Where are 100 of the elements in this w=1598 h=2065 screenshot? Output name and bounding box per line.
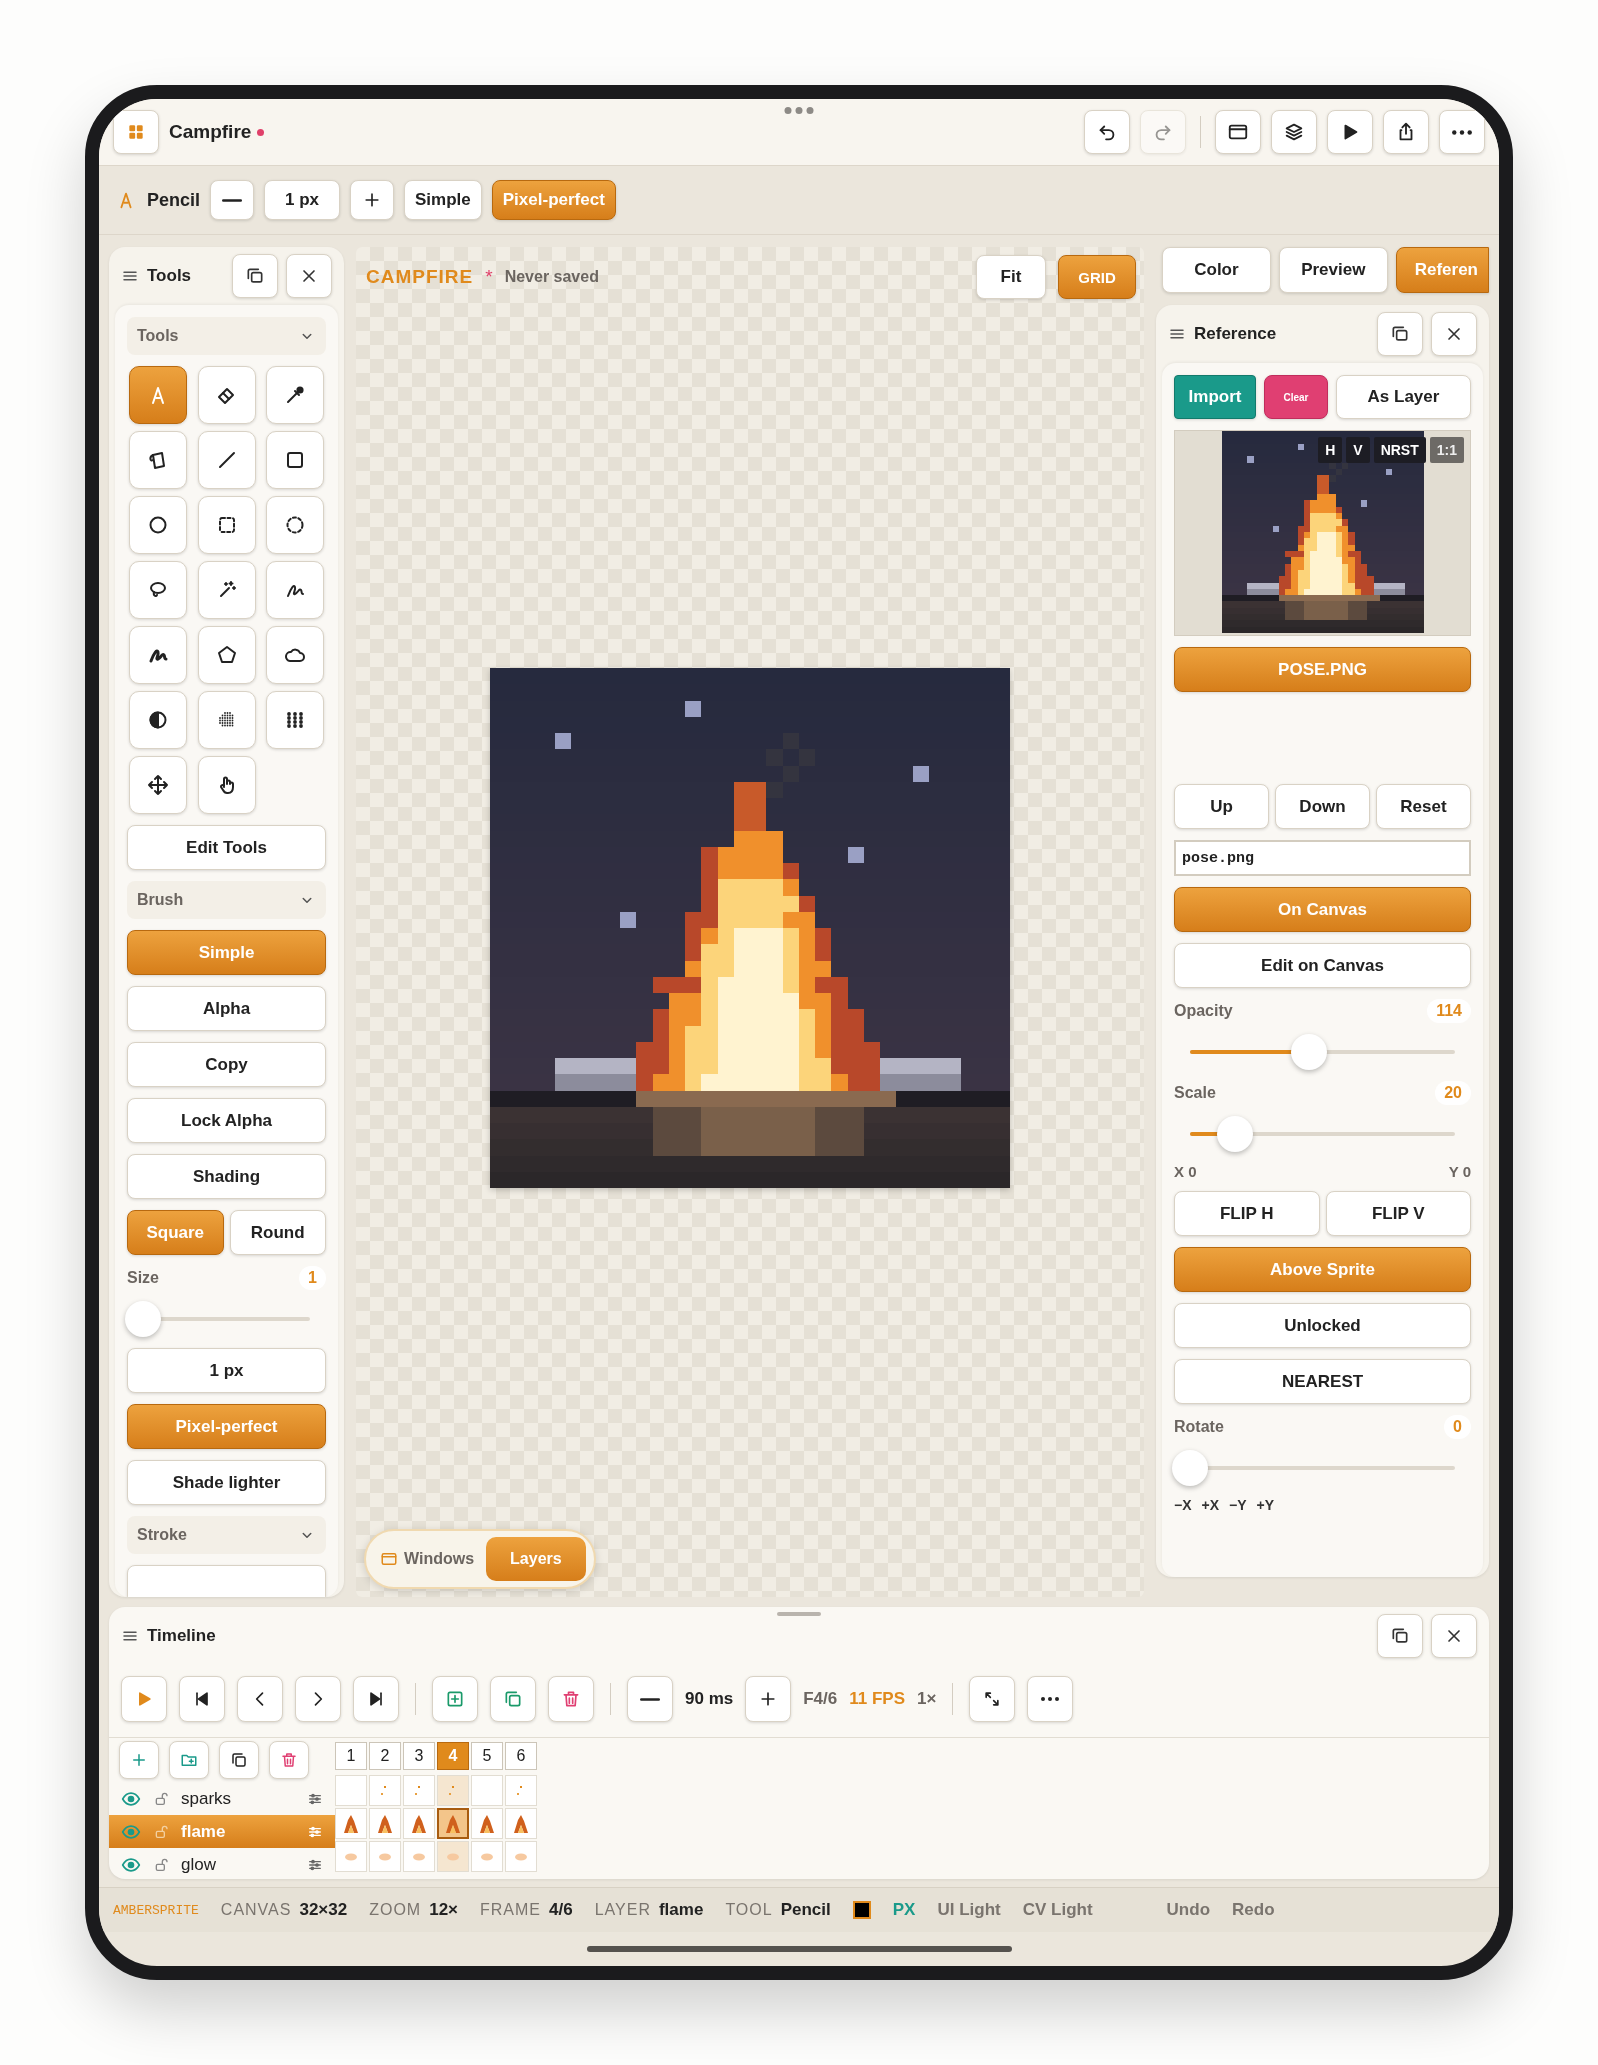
section-dropdown[interactable]: Brush (127, 881, 326, 919)
flame-icon (444, 1813, 462, 1834)
windows-tab[interactable]: Windows (374, 1537, 481, 1581)
as-layer-button[interactable]: As Layer (1336, 375, 1471, 419)
increase-duration-button[interactable] (745, 1676, 792, 1722)
glow-dot-icon (480, 1852, 494, 1861)
app-menu-button[interactable] (113, 110, 159, 154)
panel-tab[interactable]: Color (1162, 247, 1271, 293)
close-button[interactable] (286, 254, 332, 298)
nav-button[interactable]: Reset (1376, 784, 1471, 829)
panel-title: Reference (1194, 324, 1277, 344)
rotate-value: 0 (1444, 1415, 1471, 1439)
canvas-area[interactable]: CAMPFIRE * Never saved Fit GRID Windows Layers (356, 247, 1144, 1597)
add-frame-button[interactable] (432, 1676, 478, 1722)
popout-icon (1390, 1626, 1410, 1646)
slider-thumb[interactable] (1217, 1116, 1254, 1152)
trash-icon (280, 1751, 298, 1769)
axis-flip-link[interactable]: −Y (1229, 1497, 1247, 1513)
last-button[interactable] (353, 1676, 399, 1722)
layers-icon (1283, 121, 1305, 143)
increase-size-button[interactable] (350, 180, 395, 220)
duplicate-layer-button[interactable] (219, 1741, 259, 1779)
brush-mode-button[interactable]: Copy (127, 1042, 326, 1087)
size-button[interactable]: 1 px (264, 180, 341, 220)
clear-button[interactable]: Clear (1264, 375, 1328, 419)
glow-dot-icon (378, 1852, 392, 1861)
status-value: Pencil (780, 1900, 831, 1920)
brush-mode-button[interactable]: Lock Alpha (127, 1098, 326, 1143)
slider-thumb[interactable] (1172, 1450, 1208, 1486)
decrease-duration-button[interactable] (627, 1676, 673, 1722)
fit-button[interactable]: Fit (976, 255, 1046, 299)
history-link[interactable]: Redo (1232, 1900, 1275, 1920)
edit-on-canvas-button[interactable]: Edit on Canvas (1174, 943, 1471, 988)
x-offset: X 0 (1174, 1163, 1197, 1180)
slider-thumb[interactable] (125, 1301, 161, 1337)
history-link[interactable]: Undo (1166, 1900, 1211, 1920)
brush-mode-button[interactable]: Simple (404, 180, 482, 220)
layer-row[interactable]: sparks (109, 1782, 335, 1815)
status-key: CANVAS (220, 1901, 292, 1919)
axis-flip-link[interactable]: +Y (1256, 1497, 1275, 1513)
axis-flip-link[interactable]: −X (1174, 1497, 1192, 1513)
flip-button[interactable]: FLIP V (1325, 1191, 1471, 1236)
color-swatch[interactable] (852, 1901, 871, 1919)
decrease-size-button[interactable] (210, 180, 255, 220)
popout-button[interactable] (232, 254, 278, 298)
padlock-open-icon (153, 1790, 169, 1807)
section-dropdown[interactable]: Stroke (127, 1516, 326, 1554)
brush-mode-button[interactable]: Shading (127, 1154, 326, 1199)
add-layer-button[interactable] (119, 1741, 159, 1779)
delete-frame-button[interactable] (548, 1676, 594, 1722)
popout-button[interactable] (1377, 1614, 1423, 1658)
slider-value: 114 (1427, 999, 1471, 1023)
frame-cell[interactable] (437, 1808, 469, 1839)
layer-row[interactable]: glow (109, 1848, 335, 1881)
layers-button[interactable] (1271, 110, 1317, 154)
slider-thumb[interactable] (1291, 1034, 1328, 1070)
grabber-handle[interactable] (777, 1612, 821, 1616)
delete-layer-button[interactable] (269, 1741, 309, 1779)
popout-button[interactable] (1377, 312, 1423, 356)
preview-badge[interactable]: 1:1 (1429, 437, 1464, 463)
option-toggle[interactable]: Unlocked (1174, 1303, 1471, 1348)
theme-toggle[interactable]: CV Light (1022, 1900, 1093, 1920)
edit-tools-button[interactable]: Edit Tools (127, 825, 326, 870)
slider-value: 20 (1435, 1081, 1471, 1105)
panel-tab[interactable]: Preview (1278, 247, 1388, 293)
axis-flip-link[interactable]: +X (1201, 1497, 1220, 1513)
frame-number[interactable]: 5 (471, 1742, 503, 1770)
first-button[interactable] (179, 1676, 225, 1722)
tip-shape-button[interactable]: Round (229, 1210, 326, 1255)
section-dropdown[interactable]: Tools (127, 317, 326, 355)
frame-number[interactable]: 3 (403, 1742, 435, 1770)
play-button[interactable] (1327, 110, 1373, 154)
minus-icon (640, 1696, 660, 1702)
nav-button[interactable]: Up (1174, 784, 1269, 829)
flip-button[interactable]: FLIP H (1174, 1191, 1320, 1236)
shade-button[interactable]: Shade lighter (127, 1460, 326, 1505)
theme-toggle[interactable]: UI Light (937, 1900, 1001, 1920)
status-value: 32×32 (299, 1900, 348, 1920)
close-button[interactable] (1431, 1614, 1477, 1658)
undo-button[interactable] (1084, 110, 1130, 154)
window-button[interactable] (1215, 110, 1261, 154)
size-button[interactable]: 1 px (127, 1348, 326, 1393)
unsaved-mark: * (485, 266, 493, 288)
more-button[interactable] (1439, 110, 1485, 154)
close-button[interactable] (1431, 312, 1477, 356)
frame-number[interactable]: 2 (369, 1742, 401, 1770)
expand-button[interactable] (969, 1676, 1016, 1722)
preview-badge[interactable]: H (1318, 437, 1343, 463)
filename-field[interactable]: pose.png (1174, 840, 1471, 876)
option-toggle[interactable]: NEAREST (1174, 1359, 1471, 1404)
duplicate-frame-button[interactable] (490, 1676, 536, 1722)
share-button[interactable] (1383, 110, 1429, 154)
grabber-icon[interactable] (784, 107, 814, 114)
brush-mode-button[interactable]: Alpha (127, 986, 326, 1031)
folder-layer-button[interactable] (169, 1741, 209, 1779)
nav-button[interactable]: Down (1275, 784, 1370, 829)
frame-number[interactable]: 1 (335, 1742, 367, 1770)
frame-number[interactable]: 6 (505, 1742, 537, 1770)
preview-badge[interactable]: NRST (1373, 437, 1426, 463)
preview-badge[interactable]: V (1346, 437, 1370, 463)
